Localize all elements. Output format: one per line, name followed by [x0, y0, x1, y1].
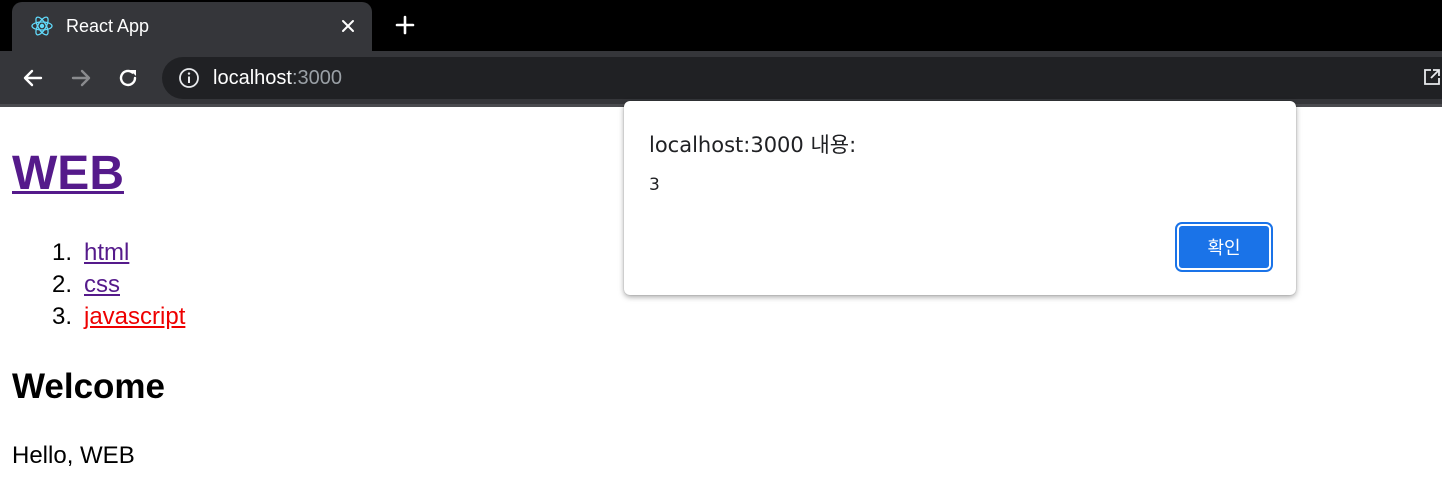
nav-item: 1. html — [12, 237, 185, 269]
forward-arrow-icon[interactable] — [66, 63, 96, 93]
site-title: WEB — [12, 145, 124, 203]
nav-item: 2. css — [12, 269, 185, 301]
open-in-new-window-icon[interactable] — [1422, 67, 1442, 89]
site-title-link[interactable]: WEB — [12, 147, 124, 200]
reload-icon[interactable] — [113, 63, 143, 93]
alert-message: 3 — [649, 175, 660, 195]
article-body: Hello, WEB — [12, 442, 135, 469]
info-icon[interactable] — [178, 67, 200, 89]
article-title: Welcome — [12, 367, 166, 406]
nav-item-number: 3. — [51, 303, 72, 330]
nav-link-html[interactable]: html — [84, 237, 129, 269]
url-host: localhost — [213, 67, 292, 89]
nav-list: 1. html 2. css 3. javascript — [12, 237, 185, 333]
alert-ok-button[interactable]: 확인 — [1177, 224, 1271, 270]
back-arrow-icon[interactable] — [18, 63, 48, 93]
url-port: :3000 — [291, 67, 342, 89]
browser-tab[interactable]: React App — [12, 2, 372, 51]
address-bar[interactable]: localhost:3000 — [162, 57, 1442, 99]
react-logo-icon — [30, 14, 54, 38]
url-text[interactable]: localhost:3000 — [213, 67, 342, 90]
close-tab-icon[interactable] — [334, 12, 362, 40]
nav-item: 3. javascript — [12, 301, 185, 333]
nav-item-number: 2. — [51, 271, 72, 298]
tab-title: React App — [66, 16, 150, 36]
nav-link-javascript[interactable]: javascript — [84, 301, 185, 333]
nav-item-number: 1. — [51, 239, 72, 266]
alert-dialog: localhost:3000 내용: 3 확인 — [624, 101, 1296, 295]
browser-toolbar: localhost:3000 — [0, 51, 1442, 104]
tab-strip: React App — [0, 0, 1442, 51]
new-tab-button[interactable] — [390, 10, 420, 40]
alert-title: localhost:3000 내용: — [649, 133, 857, 157]
nav-link-css[interactable]: css — [84, 269, 120, 301]
